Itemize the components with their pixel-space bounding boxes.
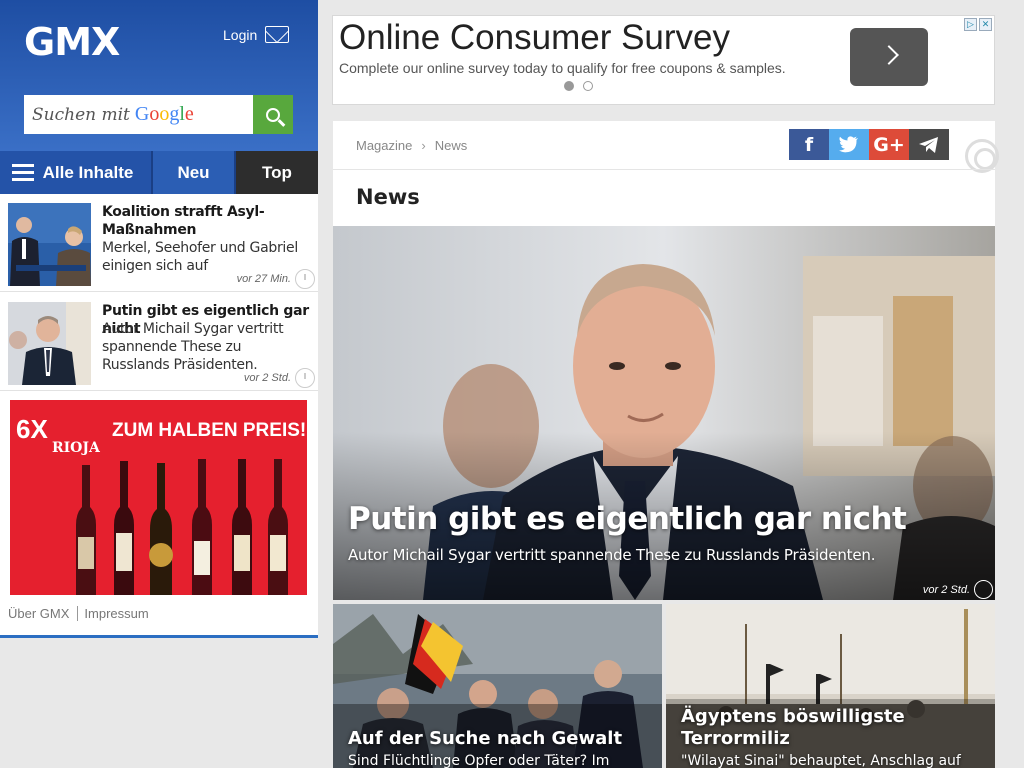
hero-timestamp: vor 2 Std. [922,584,970,596]
sidebar-nav: Alle Inhalte Neu Top [0,151,318,194]
search-input[interactable]: Suchen mit Google [24,95,253,134]
tile-description: Sind Flüchtlinge Opfer oder Täter? Im [348,753,610,768]
article-header: Magazine › News f G+ News [333,121,999,226]
tile-description: "Wilayat Sinai" behauptet, Anschlag auf [681,753,961,768]
close-icon: ✕ [979,18,992,31]
facebook-share-button[interactable]: f [789,129,829,160]
nav-top[interactable]: Top [236,151,318,194]
rioja-ad[interactable]: 6X RIOJA ZUM HALBEN PREIS! [10,400,307,595]
hero-article[interactable]: Putin gibt es eigentlich gar nicht Autor… [333,226,995,600]
twitter-share-button[interactable] [829,129,869,160]
survey-banner-ad[interactable]: Online Consumer Survey Complete our onli… [332,15,995,105]
list-item[interactable]: Koalition strafft Asyl-Maßnahmen Merkel,… [0,194,318,292]
chevron-right-icon: › [421,138,426,153]
banner-title: Online Consumer Survey [339,18,730,57]
adchoices[interactable]: ▷ ✕ [964,18,992,31]
news-description: Autor Michail Sygar vertritt spannende T… [102,321,284,373]
google-letter: o [149,103,160,125]
nav-new[interactable]: Neu [153,151,236,194]
breadcrumb-news[interactable]: News [435,138,468,153]
ad-headline: ZUM HALBEN PREIS! [112,420,307,441]
nav-all-label: Alle Inhalte [42,162,134,182]
sidebar: GMX Login Suchen mit Google Alle Inhalte… [0,0,318,638]
news-description: Merkel, Seehofer und Gabriel einigen sic… [102,240,298,274]
clock-icon [295,269,315,289]
search-icon [266,107,280,122]
tile-title: Ägyptens böswilligste Terrormiliz [681,706,905,749]
mail-icon [265,26,290,43]
search-button[interactable] [253,95,293,134]
login-label: Login [223,26,258,43]
hero-image [333,226,995,600]
news-title: Koalition strafft Asyl-Maßnahmen [102,204,265,238]
google-logo: Google [135,103,194,126]
section-title: News [356,185,420,209]
ad-count: 6X [16,414,48,444]
hero-description: Autor Michail Sygar vertritt spannende T… [348,546,876,564]
wine-bottles-image [76,459,288,595]
search-placeholder: Suchen mit [32,104,130,125]
login-link[interactable]: Login [223,26,290,43]
menu-icon [11,164,34,181]
article-tile[interactable]: Ägyptens böswilligste Terrormiliz "Wilay… [666,604,995,768]
google-letter: e [184,103,194,125]
banner-next-button[interactable] [850,28,928,86]
google-letter: G [134,103,150,125]
search-box: Suchen mit Google [24,95,293,134]
twitter-icon [839,136,858,153]
gmx-logo[interactable]: GMX [24,20,120,64]
breadcrumb-magazine[interactable]: Magazine [356,138,412,153]
news-thumbnail [8,203,91,286]
clock-icon [295,368,315,388]
breadcrumb: Magazine › News [356,138,467,153]
sidebar-footer: Über GMX Impressum [0,596,318,638]
hero-title: Putin gibt es eigentlich gar nicht [348,501,907,537]
list-item[interactable]: Putin gibt es eigentlich gar nicht Autor… [0,293,318,391]
banner-subtitle: Complete our online survey today to qual… [339,60,786,76]
googleplus-share-button[interactable]: G+ [869,129,909,160]
clock-icon [974,580,993,599]
carousel-dot-active[interactable] [564,81,574,91]
carousel-dot[interactable] [583,81,593,91]
footer-imprint-link[interactable]: Impressum [77,606,155,621]
decorative-rings-icon [965,139,999,173]
telegram-share-button[interactable] [909,129,949,160]
ad-brand: RIOJA [52,440,100,456]
sidebar-header: GMX Login Suchen mit Google [0,0,318,151]
news-timestamp: vor 27 Min. [236,273,291,285]
divider [333,169,995,170]
google-letter: o [159,103,170,125]
footer-about-link[interactable]: Über GMX [8,606,75,621]
google-letter: g [169,103,180,125]
news-timestamp: vor 2 Std. [243,372,291,384]
tile-title: Auf der Suche nach Gewalt [348,728,623,749]
facebook-icon: f [804,133,814,156]
share-buttons: f G+ [789,129,949,160]
telegram-icon [919,136,938,153]
article-tile[interactable]: Auf der Suche nach Gewalt Sind Flüchtlin… [333,604,662,768]
googleplus-icon: G+ [873,133,905,156]
nav-all-contents[interactable]: Alle Inhalte [0,151,153,194]
news-thumbnail [8,302,91,385]
adchoices-icon: ▷ [964,18,977,31]
